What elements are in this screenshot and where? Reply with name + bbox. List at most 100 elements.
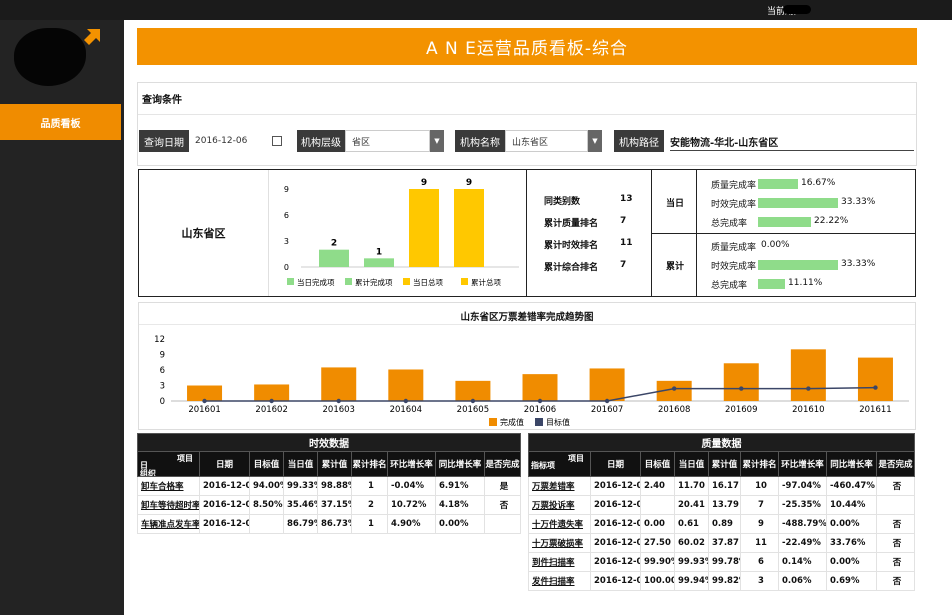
trend-chart-panel: 山东省区万票差错率完成趋势图 12 9 6 3 0 201601 201602 201603 2… <box>138 302 916 430</box>
table-cell: 2016-12-06 <box>590 571 641 591</box>
trend-xtick: 201608 <box>658 405 690 415</box>
org-path-label: 机构路径 <box>614 130 664 152</box>
table-row: 十万件遗失率2016-12-060.000.610.899-488.79%0.0… <box>528 514 916 534</box>
trend-xtick: 201602 <box>255 405 287 415</box>
summary-mini-chart: 9 6 3 0 2 1 9 9 当日完成项 累计完成项 当日总项 累计总项 <box>284 178 519 287</box>
calendar-icon[interactable] <box>272 136 282 146</box>
column-header: 日期 <box>199 451 250 477</box>
trend-ytick: 3 <box>160 382 165 392</box>
org-name-dropdown-icon[interactable]: ▼ <box>588 130 602 152</box>
sidebar-item-quality-board[interactable]: 品质看板 <box>0 104 121 140</box>
cumulative-rate-value: 33.33% <box>841 259 876 269</box>
today-rate-value: 16.67% <box>801 178 836 188</box>
table-cell: 否 <box>875 571 916 591</box>
table-cell: 否 <box>875 552 916 572</box>
table-cell: 0.06% <box>778 571 827 591</box>
mini-chart-bar <box>319 249 349 267</box>
mini-chart-bar-label: 9 <box>421 178 427 188</box>
table-cell <box>875 495 916 515</box>
metric-link[interactable]: 万票投诉率 <box>528 495 591 515</box>
target-point <box>671 386 677 391</box>
metric-link[interactable]: 十万件遗失率 <box>528 514 591 534</box>
table-cell: 99.93% <box>674 552 709 572</box>
metric-link[interactable]: 车辆准点发车率 <box>137 514 200 534</box>
today-rate-bar <box>758 179 798 189</box>
metric-link[interactable]: 到件扫描率 <box>528 552 591 572</box>
table-cell: 20.41 <box>674 495 709 515</box>
metric-link[interactable]: 发件扫描率 <box>528 571 591 591</box>
cumulative-rate-bar <box>758 279 785 289</box>
trend-bar <box>455 380 491 401</box>
table-cell: 0.00 <box>640 514 675 534</box>
table-cell: 0.61 <box>674 514 709 534</box>
mini-legend-label: 累计完成项 <box>355 277 393 287</box>
table-cell: 35.46% <box>283 495 318 515</box>
trend-xtick: 201610 <box>792 405 824 415</box>
cumulative-rate-label: 时效完成率 <box>711 262 757 272</box>
rank-label: 累计综合排名 <box>544 263 599 273</box>
rank-value: 7 <box>620 260 627 270</box>
today-rate-value: 22.22% <box>814 216 849 226</box>
metric-link[interactable]: 万票差错率 <box>528 476 591 496</box>
table-cell: 2016-12-06 <box>590 476 641 496</box>
summary-panel: 山东省区 9 6 3 0 2 1 9 9 当日完成项 累计完成项 当日总项 累计总项 同类别数 13 累计… <box>138 169 916 297</box>
column-header: 环比增长率 <box>387 451 436 477</box>
target-point <box>470 398 476 404</box>
table-cell: 13.79 <box>708 495 741 515</box>
table-cell: 9 <box>740 514 779 534</box>
quality-title: 质量数据 <box>527 433 916 452</box>
table-cell: 37.87 <box>708 533 741 553</box>
today-rate-value: 33.33% <box>841 197 876 207</box>
cumulative-rate-value: 11.11% <box>788 278 823 288</box>
trend-xtick: 201607 <box>591 405 623 415</box>
trend-xtick: 201611 <box>859 405 891 415</box>
arrow-logo-icon <box>84 29 100 45</box>
column-header: 同比增长率 <box>826 451 877 477</box>
table-cell: 10 <box>740 476 779 496</box>
org-path-value: 安能物流-华北-山东省区 <box>670 134 914 151</box>
table-cell: 10.44% <box>826 495 877 515</box>
column-header: 是否完成 <box>483 451 522 477</box>
column-header: 日期 <box>590 451 641 477</box>
table-cell: 2016-12-06 <box>590 552 641 572</box>
table-cell: 99.33% <box>283 476 318 496</box>
table-cell: 2 <box>351 495 388 515</box>
table-cell: 16.17 <box>708 476 741 496</box>
rank-value: 13 <box>620 194 633 204</box>
logo-redacted <box>14 28 86 86</box>
target-point <box>269 398 274 404</box>
trend-xtick: 201604 <box>390 405 422 415</box>
trend-bar <box>187 385 223 401</box>
metric-link[interactable]: 十万票破损率 <box>528 533 591 553</box>
cumulative-rate-value: 0.00% <box>761 240 790 250</box>
date-input[interactable]: 2016-12-06 <box>189 130 284 152</box>
trend-bar <box>522 374 558 401</box>
table-cell: 33.76% <box>826 533 877 553</box>
query-heading: 查询条件 <box>142 95 182 106</box>
page-title: A N E运营品质看板-综合 <box>137 28 917 65</box>
trend-ytick: 6 <box>160 366 165 376</box>
table-cell: -22.49% <box>778 533 827 553</box>
trend-bar <box>857 357 893 401</box>
trend-xtick: 201605 <box>457 405 489 415</box>
metric-link[interactable]: 卸车合格率 <box>137 476 200 496</box>
table-cell: 2016-12-06 <box>590 533 641 553</box>
target-point <box>873 385 878 390</box>
rank-value: 7 <box>620 216 627 226</box>
table-cell: 2016-12-06 <box>590 495 641 515</box>
timeliness-table: 时效数据 项目日组织 日期 目标值 当日值 累计值 累计排名 环比增长率 同比增长率 是否完成 … <box>136 433 522 534</box>
level-dropdown-icon[interactable]: ▼ <box>430 130 444 152</box>
target-point <box>403 398 409 404</box>
trend-bar <box>790 349 826 401</box>
org-name-select[interactable]: 山东省区 <box>505 130 588 152</box>
mini-legend-label: 当日完成项 <box>297 277 335 287</box>
region-name: 山东省区 <box>139 170 269 296</box>
mini-chart-bar <box>364 258 394 267</box>
column-header: 是否完成 <box>875 451 916 477</box>
level-select[interactable]: 省区 <box>345 130 430 152</box>
metric-link[interactable]: 卸车等待超时率 <box>137 495 200 515</box>
table-cell: 86.79% <box>283 514 318 534</box>
table-cell: 2.40 <box>640 476 675 496</box>
level-label: 机构层级 <box>297 130 345 152</box>
mini-chart-bar-label: 2 <box>331 239 337 249</box>
